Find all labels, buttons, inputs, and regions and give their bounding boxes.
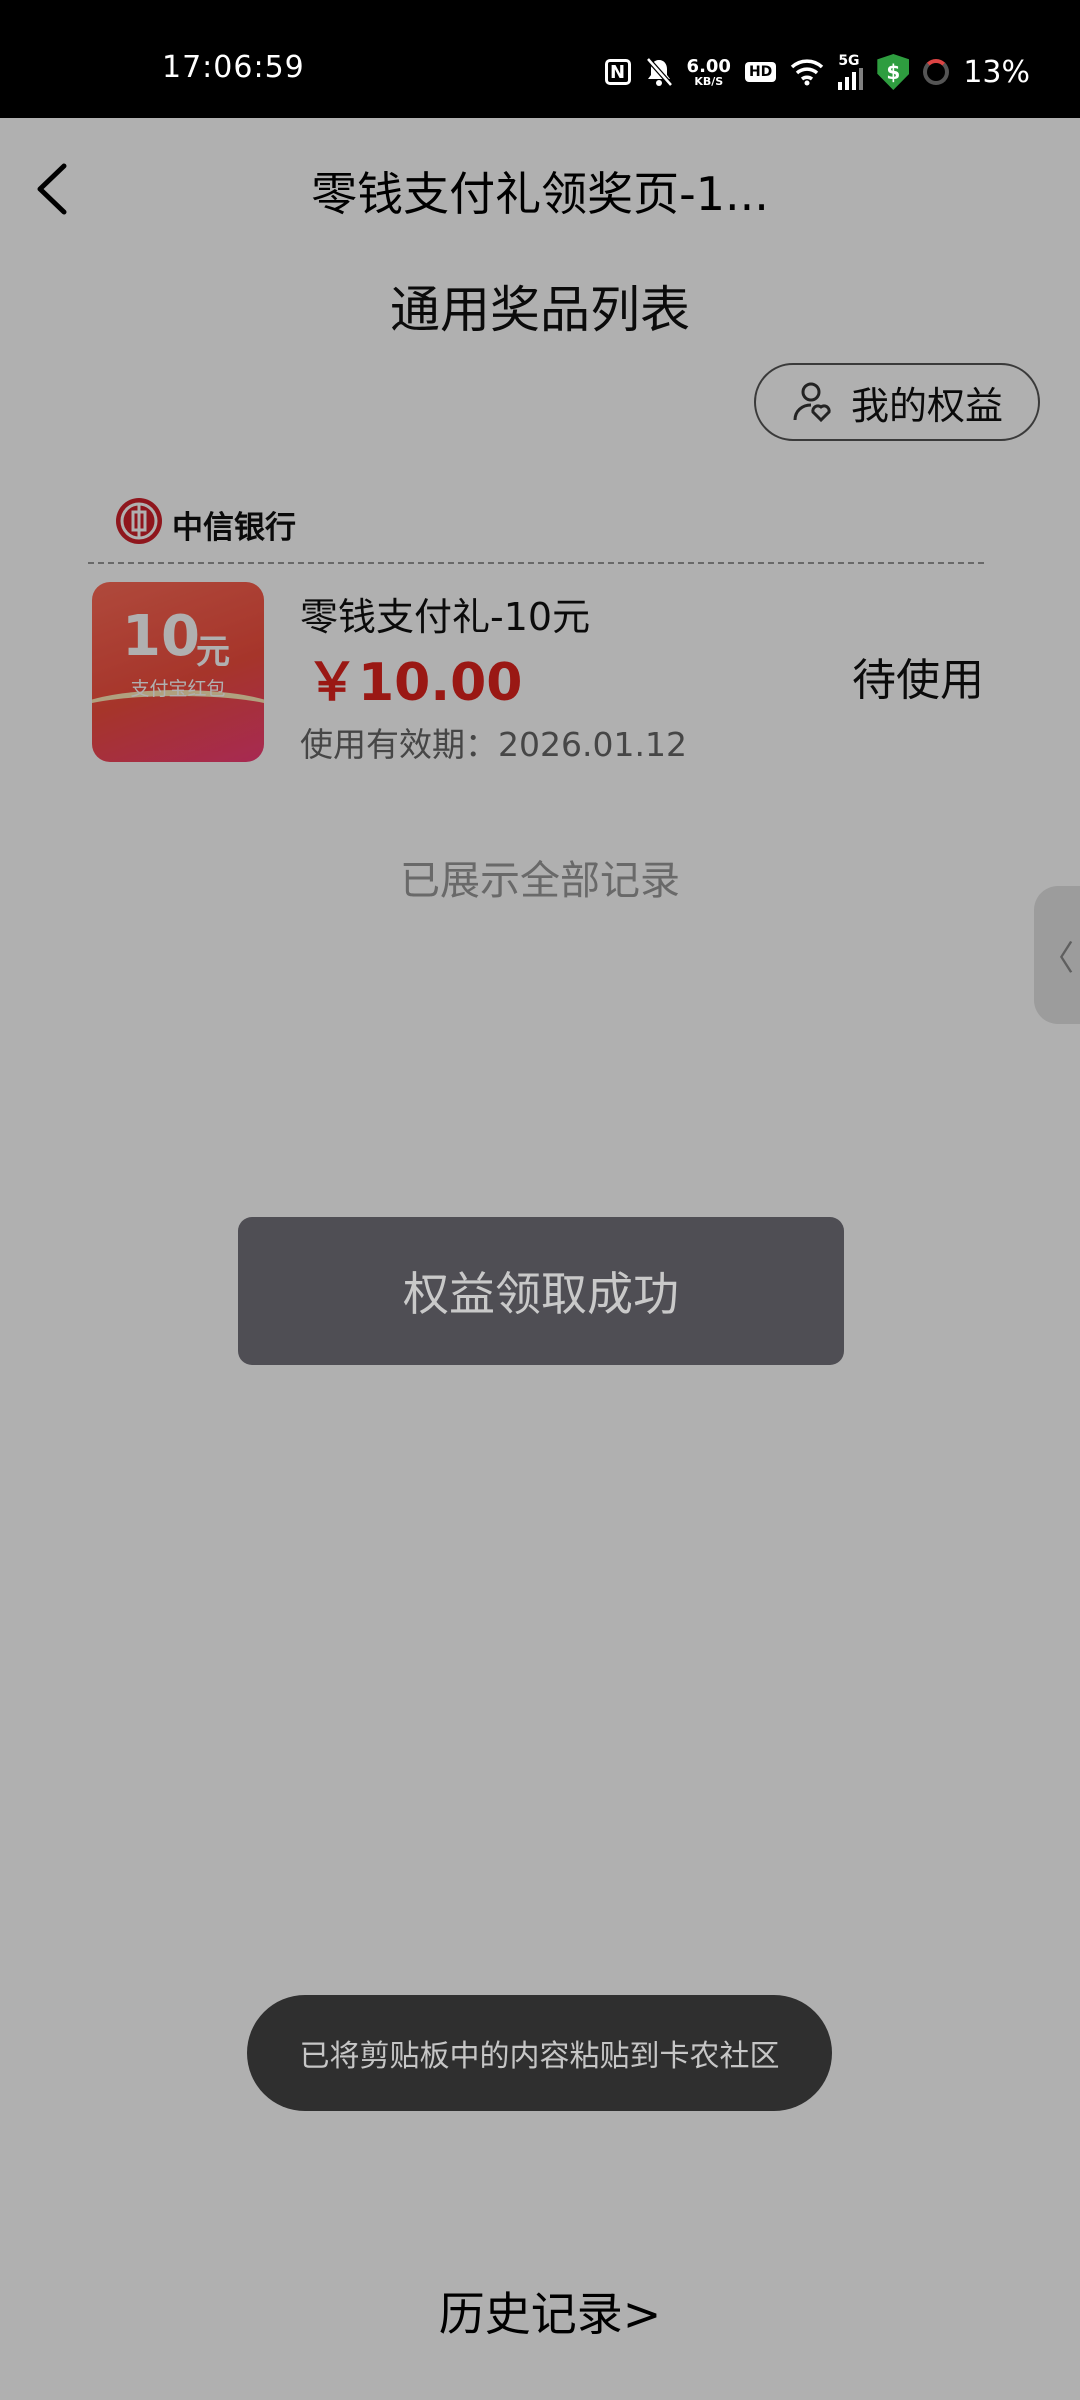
wifi-icon <box>790 58 824 86</box>
clipboard-toast-text: 已将剪贴板中的内容粘贴到卡农社区 <box>299 2039 780 2074</box>
hd-icon: HD <box>744 62 777 82</box>
battery-ring-icon <box>923 59 950 85</box>
cellular-signal-icon: 5G <box>838 53 864 90</box>
battery-percent: 13% <box>963 54 1030 90</box>
success-toast-text: 权益领取成功 <box>403 1267 679 1321</box>
status-time: 17:06:59 <box>162 50 305 85</box>
net-speed-indicator: 6.00 KB/S <box>686 55 731 88</box>
status-bar: 17:06:59 N 6.00 KB/S HD 5G $ 13% <box>0 0 1080 118</box>
net-speed-unit: KB/S <box>694 74 724 88</box>
security-shield-icon: $ <box>877 54 910 90</box>
net-speed-value: 6.00 <box>686 55 731 77</box>
status-icons: N 6.00 KB/S HD 5G $ 13% <box>604 52 1030 92</box>
success-toast: 权益领取成功 <box>238 1217 844 1365</box>
nfc-icon: N <box>604 59 631 85</box>
clipboard-toast: 已将剪贴板中的内容粘贴到卡农社区 <box>247 1995 832 2111</box>
bell-muted-icon <box>645 57 673 87</box>
network-type-label: 5G <box>838 53 860 69</box>
